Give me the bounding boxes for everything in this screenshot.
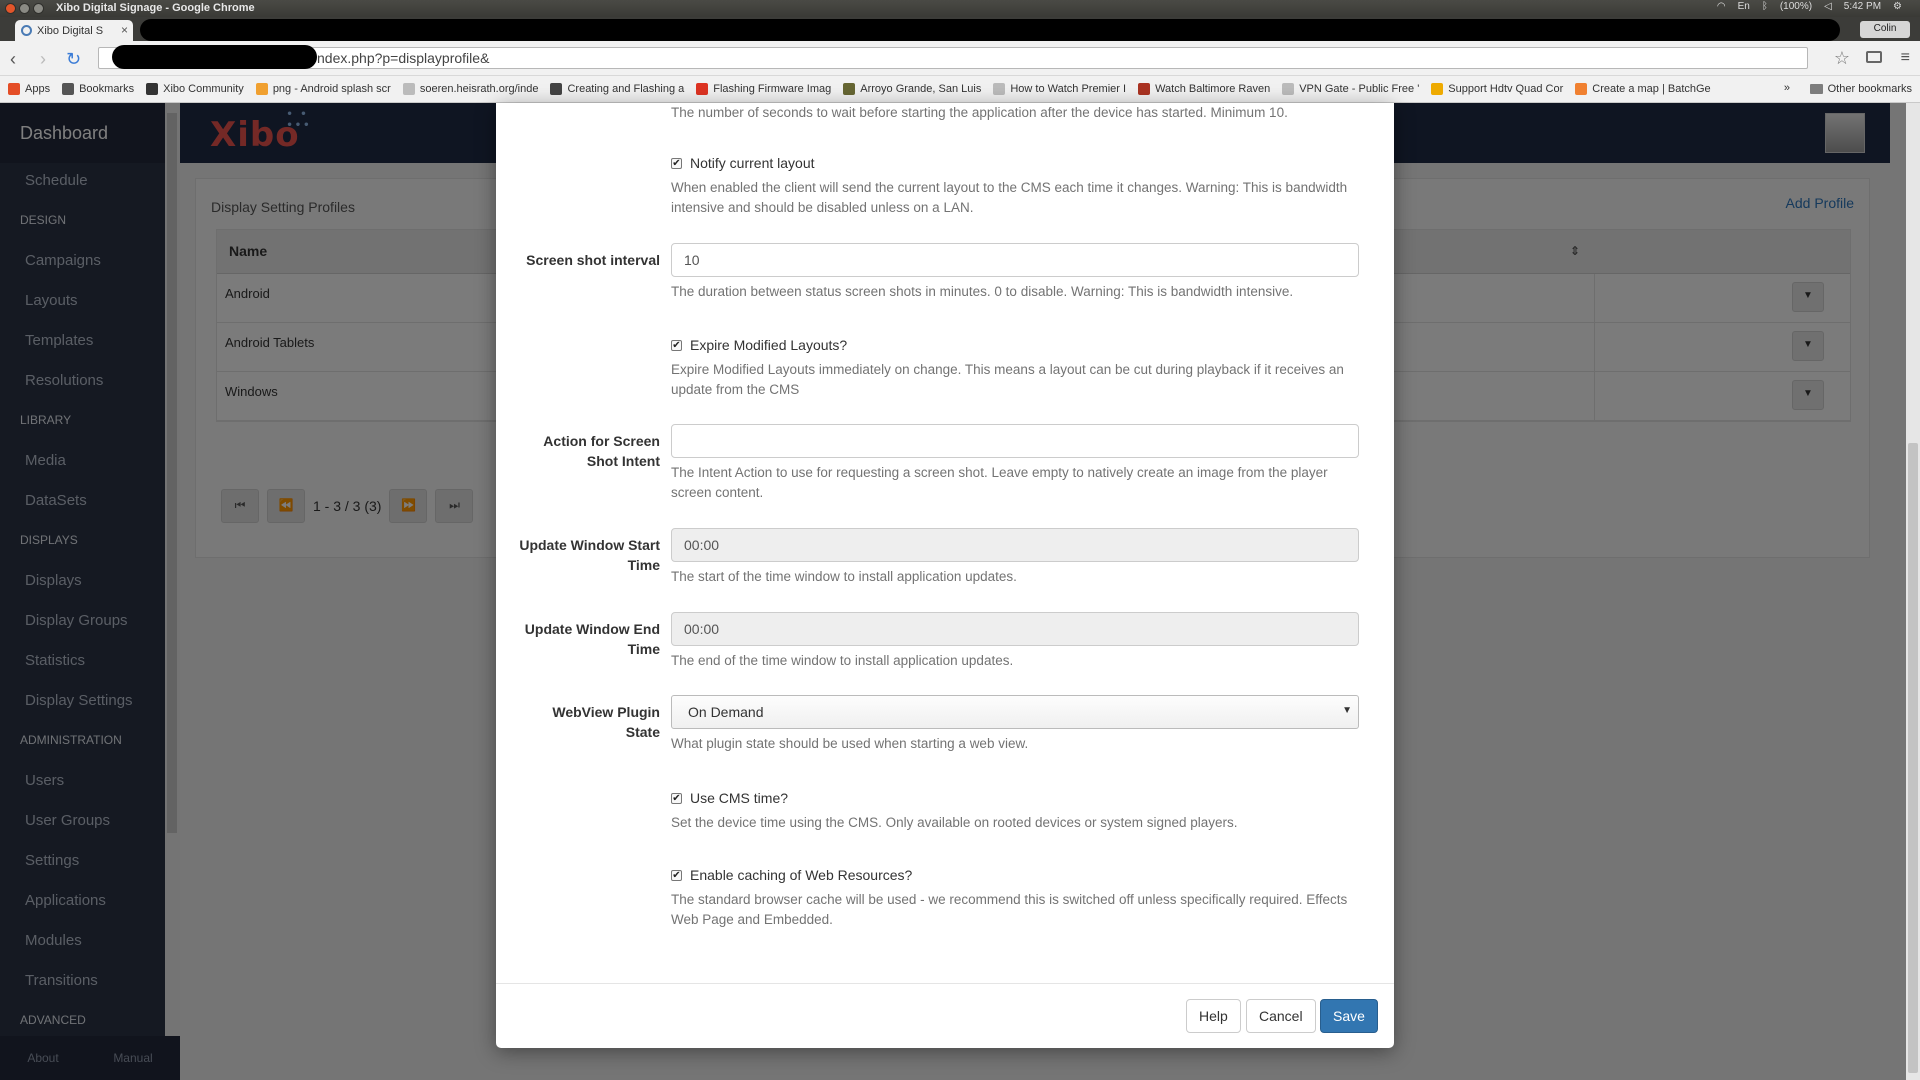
bookmark-item[interactable]: Xibo Community	[146, 83, 244, 95]
tab-strip: Xibo Digital S × Colin	[0, 17, 1920, 41]
forward-icon[interactable]: ›	[40, 49, 46, 70]
bookmark-item[interactable]: png - Android splash scr	[255, 83, 391, 95]
window-minimize-button[interactable]	[19, 3, 30, 14]
update-end-input[interactable]	[671, 612, 1359, 646]
dialog-footer: Help Cancel Save	[496, 983, 1394, 1048]
expire-layouts-checkbox[interactable]: ✔ Expire Modified Layouts?	[671, 335, 1359, 355]
update-end-help: The end of the time window to install ap…	[671, 653, 1014, 668]
save-button[interactable]: Save	[1320, 999, 1378, 1033]
update-start-input[interactable]	[671, 528, 1359, 562]
page-scrollbar[interactable]	[1906, 103, 1920, 1080]
help-button[interactable]: Help	[1186, 999, 1241, 1033]
web-cache-help: The standard browser cache will be used …	[671, 892, 1348, 927]
site-favicon-icon	[1575, 83, 1588, 95]
checkbox-checked-icon: ✔	[671, 869, 682, 881]
update-end-label: Update Window End Time	[524, 621, 660, 657]
apps-icon	[8, 83, 20, 95]
site-favicon-icon	[1138, 83, 1151, 95]
caret-down-icon: ▼	[1342, 705, 1352, 716]
chrome-profile-button[interactable]: Colin	[1860, 21, 1910, 38]
volume-icon[interactable]: ◁	[1824, 1, 1832, 12]
bookmark-item[interactable]: How to Watch Premier I	[993, 83, 1126, 95]
bookmarks-bar: Apps Bookmarks Xibo Community png - Andr…	[0, 76, 1920, 103]
site-favicon-icon	[550, 83, 563, 95]
redacted-tabs	[140, 19, 1840, 41]
cms-time-help: Set the device time using the CMS. Only …	[671, 815, 1238, 830]
page-icon	[402, 83, 415, 95]
screenshot-interval-input[interactable]	[671, 243, 1359, 277]
webview-plugin-select[interactable]: On Demand ▼	[671, 695, 1359, 729]
bluetooth-icon[interactable]: ᛒ	[1762, 1, 1768, 12]
update-start-help: The start of the time window to install …	[671, 569, 1017, 584]
gear-icon[interactable]: ⚙	[1893, 1, 1902, 12]
bookmark-item[interactable]: Flashing Firmware Imag	[696, 83, 831, 95]
window-controls	[5, 3, 44, 14]
chrome-menu-icon[interactable]: ≡	[1901, 49, 1910, 67]
other-bookmarks[interactable]: Other bookmarks	[1809, 83, 1912, 95]
os-title-bar: Xibo Digital Signage - Google Chrome ◠ E…	[0, 0, 1920, 17]
bookmark-item[interactable]: VPN Gate - Public Free '	[1282, 83, 1419, 95]
notify-layout-help: When enabled the client will send the cu…	[671, 180, 1348, 215]
close-icon[interactable]: ×	[121, 23, 128, 37]
folder-icon	[1809, 84, 1823, 94]
more-bookmarks-icon[interactable]: »	[1784, 82, 1790, 94]
xibo-community-icon	[146, 83, 159, 95]
bookmark-item[interactable]: Bookmarks	[62, 83, 134, 95]
url-text: ndex.php?p=displayprofile&	[317, 50, 490, 66]
notify-layout-checkbox[interactable]: ✔ Notify current layout	[671, 153, 1359, 173]
webview-plugin-label: WebView Plugin State	[552, 704, 660, 740]
checkbox-checked-icon: ✔	[671, 157, 682, 169]
bookmark-item[interactable]: Creating and Flashing a	[550, 83, 684, 95]
bookmark-item[interactable]: soeren.heisrath.org/inde	[402, 83, 538, 95]
bookmark-item[interactable]: Support Hdtv Quad Cor	[1431, 83, 1563, 95]
address-bar[interactable]: ndex.php?p=displayprofile&	[98, 47, 1808, 69]
window-title: Xibo Digital Signage - Google Chrome	[56, 2, 255, 14]
bookmark-item[interactable]: Arroyo Grande, San Luis	[843, 83, 981, 95]
web-cache-checkbox[interactable]: ✔ Enable caching of Web Resources?	[671, 865, 1359, 885]
battery-indicator[interactable]: (100%)	[1780, 1, 1812, 12]
cms-time-checkbox[interactable]: ✔ Use CMS time?	[671, 788, 1359, 808]
keyboard-layout-icon[interactable]: En	[1738, 1, 1750, 12]
redacted-url	[112, 45, 317, 69]
expire-layouts-help: Expire Modified Layouts immediately on c…	[671, 362, 1344, 397]
system-tray: ◠ En ᛒ (100%) ◁ 5:42 PM ⚙	[1717, 1, 1920, 12]
reload-icon[interactable]: ↻	[66, 49, 81, 70]
screenshot-intent-help: The Intent Action to use for requesting …	[671, 465, 1328, 500]
edit-profile-dialog: The number of seconds to wait before sta…	[496, 103, 1394, 1048]
webview-plugin-help: What plugin state should be used when st…	[671, 736, 1029, 751]
site-favicon-icon	[255, 83, 268, 95]
clock[interactable]: 5:42 PM	[1844, 1, 1881, 12]
cast-icon[interactable]	[1866, 51, 1882, 63]
site-favicon-icon	[1431, 83, 1444, 95]
tab-title: Xibo Digital S	[37, 25, 104, 37]
screenshot-interval-label: Screen shot interval	[526, 252, 660, 268]
screenshot-interval-help: The duration between status screen shots…	[671, 284, 1294, 299]
bookmark-star-icon[interactable]: ☆	[1834, 48, 1850, 69]
page-scroll-thumb[interactable]	[1908, 443, 1918, 1073]
update-start-label: Update Window Start Time	[519, 537, 660, 573]
back-icon[interactable]: ‹	[10, 49, 16, 70]
startup-delay-help: The number of seconds to wait before sta…	[671, 105, 1288, 120]
page-icon	[993, 83, 1006, 95]
bookmark-item[interactable]: Watch Baltimore Raven	[1138, 83, 1270, 95]
bookmark-item[interactable]: Apps	[8, 83, 50, 95]
window-maximize-button[interactable]	[33, 3, 44, 14]
site-favicon-icon	[696, 83, 709, 95]
bookmark-item[interactable]: Create a map | BatchGe	[1575, 83, 1711, 95]
page-icon	[1282, 83, 1295, 95]
window-close-button[interactable]	[5, 3, 16, 14]
browser-toolbar: ‹ › ↻ ndex.php?p=displayprofile& ☆ ≡	[0, 41, 1920, 76]
wifi-icon[interactable]: ◠	[1717, 1, 1726, 12]
checkbox-checked-icon: ✔	[671, 792, 682, 804]
cancel-button[interactable]: Cancel	[1246, 999, 1316, 1033]
site-favicon-icon	[843, 83, 856, 95]
star-icon	[62, 83, 75, 95]
browser-tab-active[interactable]: Xibo Digital S ×	[15, 20, 133, 41]
screenshot-intent-input[interactable]	[671, 424, 1359, 458]
xibo-favicon-icon	[21, 25, 32, 36]
checkbox-checked-icon: ✔	[671, 339, 682, 351]
screenshot-intent-label: Action for Screen Shot Intent	[543, 433, 660, 469]
